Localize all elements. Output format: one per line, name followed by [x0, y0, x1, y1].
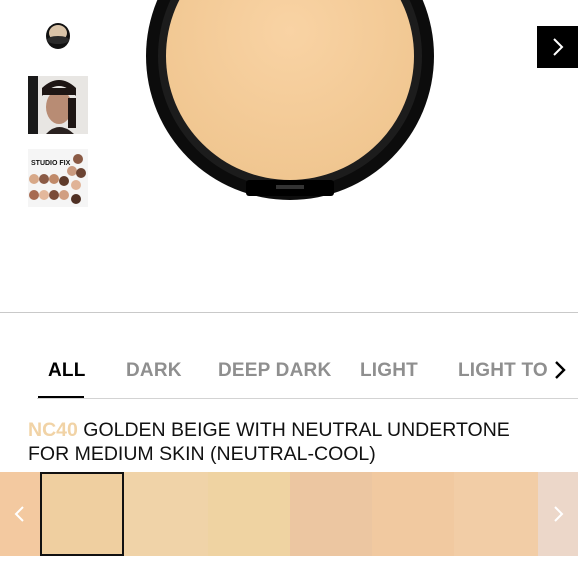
shade-swatch-carousel [0, 472, 578, 556]
chevron-right-icon[interactable] [552, 358, 568, 382]
chevron-right-icon [552, 38, 563, 56]
tab-light-to[interactable]: LIGHT TO [458, 360, 548, 382]
swatch[interactable] [208, 472, 290, 556]
swatch[interactable] [454, 472, 538, 556]
shade-code: NC40 [28, 419, 78, 441]
shade-description-line2: FOR MEDIUM SKIN (NEUTRAL-COOL) [28, 443, 376, 465]
thumbnail-product[interactable] [28, 6, 88, 64]
tabs-divider [37, 398, 578, 399]
shade-title: NC40 GOLDEN BEIGE WITH NEUTRAL UNDERTONE… [28, 418, 568, 466]
swatch-selected[interactable] [40, 472, 124, 556]
swatch-prev-button[interactable] [0, 472, 40, 556]
swatch[interactable] [290, 472, 372, 556]
thumbnail-collage[interactable]: STUDIO FIX [28, 149, 88, 207]
swatch[interactable] [124, 472, 208, 556]
tab-deep-dark[interactable]: DEEP DARK [218, 360, 331, 382]
chevron-left-icon [14, 506, 24, 522]
tab-all[interactable]: ALL [48, 360, 86, 382]
swatch[interactable] [372, 472, 454, 556]
chevron-right-icon [554, 506, 564, 522]
shade-filter-tabs: ALL DARK DEEP DARK LIGHT LIGHT TO [0, 340, 578, 400]
section-divider [0, 312, 578, 313]
thumbnail-model[interactable] [28, 76, 88, 134]
swatch-next-button[interactable] [538, 472, 578, 556]
product-image [144, 0, 436, 202]
gallery-next-button[interactable] [537, 26, 578, 68]
shade-description-line1: GOLDEN BEIGE WITH NEUTRAL UNDERTONE [83, 419, 510, 441]
tab-light[interactable]: LIGHT [360, 360, 418, 382]
tab-dark[interactable]: DARK [126, 360, 182, 382]
svg-text:STUDIO FIX: STUDIO FIX [31, 160, 71, 167]
